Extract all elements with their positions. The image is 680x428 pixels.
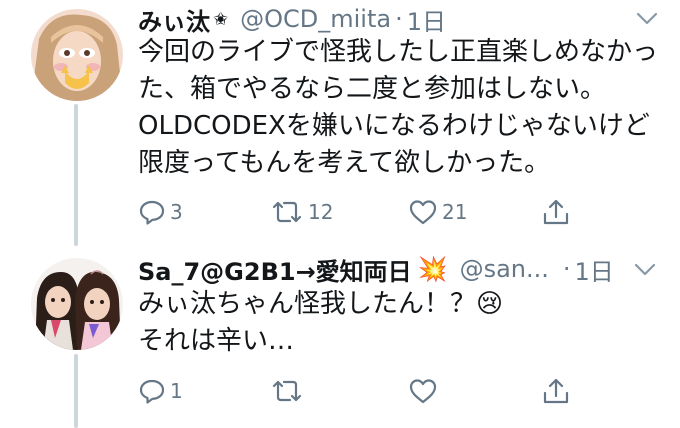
reply-count: 3: [170, 200, 183, 224]
retweet-button[interactable]: [270, 376, 308, 406]
retweet-icon: [272, 201, 302, 223]
explosion-emoji: 💥: [417, 255, 448, 283]
like-button[interactable]: 21: [408, 197, 467, 227]
share-icon: [543, 199, 569, 225]
handle[interactable]: @san...: [460, 255, 549, 283]
action-bar: 3 12 21: [138, 197, 598, 227]
thread-line: [74, 354, 78, 428]
reply-icon: [139, 200, 165, 225]
retweet-count: 12: [308, 200, 334, 224]
reply-icon: [139, 379, 165, 404]
timestamp[interactable]: 1日: [575, 252, 614, 287]
avatar[interactable]: [31, 258, 123, 350]
display-name[interactable]: Sa_7@G2B1→愛知両日: [138, 252, 412, 287]
heart-icon: [409, 200, 437, 225]
separator: ·: [562, 255, 571, 283]
like-count: 21: [442, 200, 468, 224]
action-bar: 1: [138, 376, 598, 406]
retweet-icon: [272, 380, 302, 402]
heart-icon: [409, 379, 437, 404]
share-button[interactable]: [542, 376, 570, 406]
retweet-button[interactable]: 12: [270, 197, 333, 227]
reply-count: 1: [170, 379, 183, 403]
share-icon: [543, 378, 569, 404]
tweet[interactable]: Sa_7@G2B1→愛知両日 💥 @san... · 1日 みぃ汰ちゃん怪我した…: [0, 0, 680, 428]
reply-button[interactable]: 1: [138, 376, 183, 406]
share-button[interactable]: [542, 197, 570, 227]
chevron-down-icon[interactable]: [634, 263, 656, 277]
like-button[interactable]: [408, 376, 442, 406]
tweet-text: みぃ汰ちゃん怪我したん！？😢 それは辛い…: [138, 289, 504, 356]
reply-button[interactable]: 3: [138, 197, 183, 227]
tweet-header: Sa_7@G2B1→愛知両日 💥 @san... · 1日: [138, 252, 614, 286]
